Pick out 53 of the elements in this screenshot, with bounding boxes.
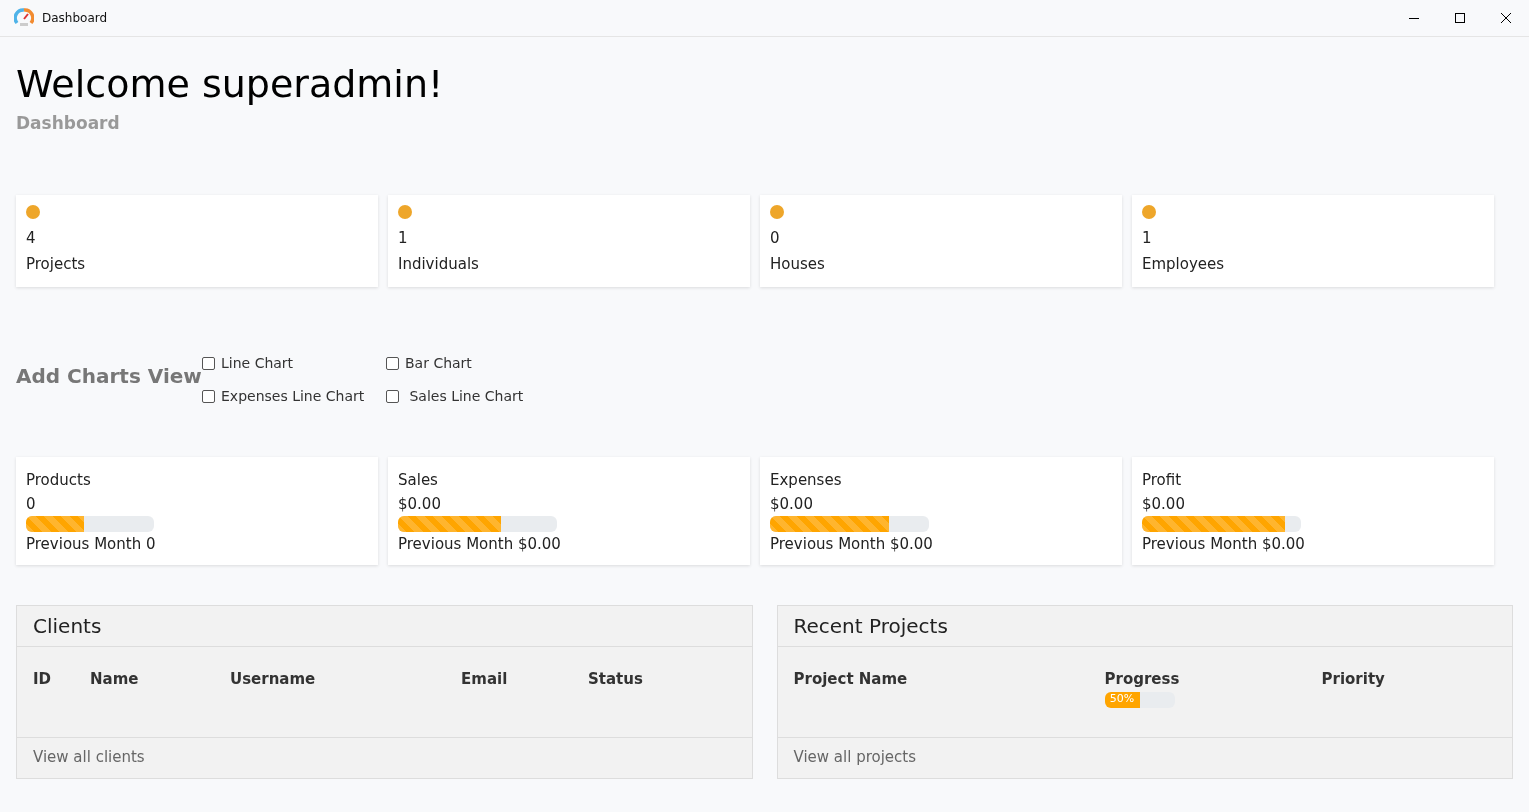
metric-value: $0.00 bbox=[1142, 494, 1185, 515]
stat-label: Houses bbox=[770, 254, 825, 275]
stat-value: 1 bbox=[1142, 227, 1152, 249]
stat-label: Projects bbox=[26, 254, 86, 275]
metric-label: Profit bbox=[1142, 469, 1182, 491]
checkbox-label: Line Chart bbox=[221, 353, 294, 373]
stat-value: 1 bbox=[398, 227, 408, 249]
checkbox-label: Sales Line Chart bbox=[408, 386, 524, 406]
column-header: Priority bbox=[1321, 669, 1385, 688]
column-header: Email bbox=[461, 669, 508, 688]
column-header: Status bbox=[588, 669, 643, 688]
progress-label: 50% bbox=[1109, 691, 1135, 708]
chart-checkbox[interactable]: Sales Line Chart bbox=[386, 385, 524, 407]
previous-month-text: Previous Month $0.00 bbox=[1142, 533, 1305, 555]
metric-value: $0.00 bbox=[398, 494, 441, 515]
stat-value: 0 bbox=[770, 227, 780, 249]
checkbox[interactable] bbox=[202, 356, 215, 370]
panel-title: Clients bbox=[33, 612, 102, 640]
metric-label: Expenses bbox=[770, 469, 842, 491]
close-icon bbox=[1501, 13, 1511, 23]
checkbox-label: Expenses Line Chart bbox=[221, 386, 365, 406]
previous-month-text: Previous Month 0 bbox=[26, 533, 156, 555]
minimize-icon bbox=[1409, 17, 1419, 19]
section-title: Add Charts View bbox=[16, 362, 202, 390]
window-title: Dashboard bbox=[42, 10, 108, 27]
stat-value: 4 bbox=[26, 227, 36, 249]
previous-month-text: Previous Month $0.00 bbox=[398, 533, 561, 555]
gauge-icon bbox=[14, 8, 34, 28]
column-header: Progress bbox=[1104, 669, 1180, 688]
metric-value: $0.00 bbox=[770, 494, 813, 515]
view-all-link[interactable]: View all clients bbox=[33, 746, 145, 769]
metric-value: 0 bbox=[26, 494, 36, 515]
panel-title: Recent Projects bbox=[793, 612, 948, 640]
maximize-icon bbox=[1455, 13, 1465, 23]
page-heading: Welcome superadmin! bbox=[16, 61, 445, 107]
chart-checkbox[interactable]: Bar Chart bbox=[386, 352, 524, 374]
chart-checkbox[interactable]: Line Chart bbox=[202, 352, 386, 374]
page-subtitle: Dashboard bbox=[16, 112, 120, 135]
checkbox[interactable] bbox=[202, 389, 215, 403]
previous-month-text: Previous Month $0.00 bbox=[770, 533, 933, 555]
chart-checkbox[interactable]: Expenses Line Chart bbox=[202, 385, 386, 407]
stat-label: Individuals bbox=[398, 254, 479, 275]
checkbox-label: Bar Chart bbox=[405, 353, 472, 373]
column-header: ID bbox=[33, 669, 52, 688]
checkbox[interactable] bbox=[386, 356, 399, 370]
metric-label: Products bbox=[26, 469, 91, 491]
column-header: Name bbox=[90, 669, 139, 688]
column-header: Username bbox=[230, 669, 316, 688]
checkbox[interactable] bbox=[386, 389, 399, 403]
metric-label: Sales bbox=[398, 469, 438, 491]
column-header: Project Name bbox=[793, 669, 908, 688]
stat-label: Employees bbox=[1142, 254, 1225, 275]
view-all-link[interactable]: View all projects bbox=[793, 746, 917, 769]
